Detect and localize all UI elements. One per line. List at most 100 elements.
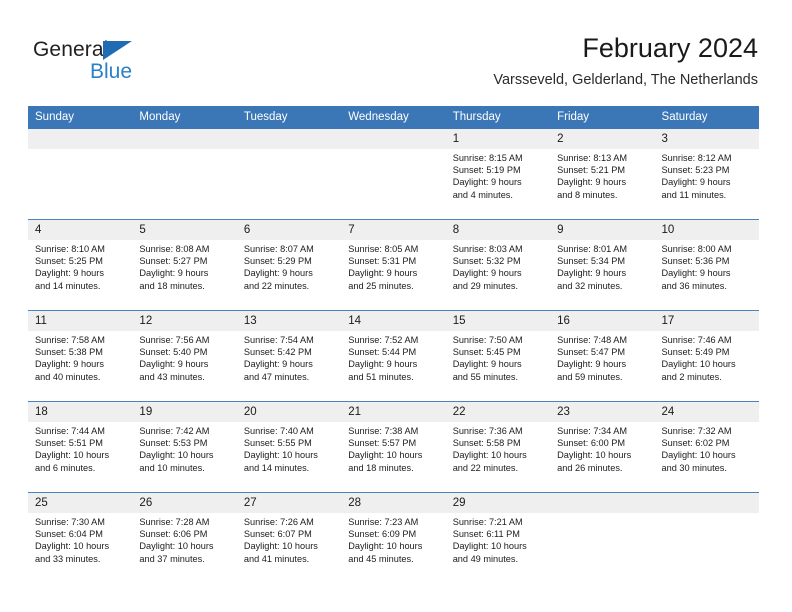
day-detail-line: and 40 minutes. xyxy=(35,371,101,382)
day-detail-line: Sunset: 6:00 PM xyxy=(557,438,626,449)
day-number: 11 xyxy=(28,311,133,331)
calendar-day-cell[interactable]: 23 Sunrise: 7:34 AM Sunset: 6:00 PM Dayligh… xyxy=(550,401,655,493)
calendar-day-cell[interactable]: 26 Sunrise: 7:28 AM Sunset: 6:06 PM Dayligh… xyxy=(132,492,237,583)
calendar-day-cell[interactable]: 22 Sunrise: 7:36 AM Sunset: 5:58 PM Dayligh… xyxy=(445,401,551,493)
day-number: 8 xyxy=(445,220,551,240)
day-number xyxy=(28,129,133,149)
calendar-day-cell[interactable]: 19 Sunrise: 7:42 AM Sunset: 5:53 PM Dayligh… xyxy=(132,401,237,493)
day-details: Sunrise: 7:40 AM Sunset: 5:55 PM Daylight:… xyxy=(237,422,341,474)
day-detail-line: Daylight: 10 hours xyxy=(139,450,214,461)
day-detail-line: Daylight: 9 hours xyxy=(661,268,731,279)
calendar-day-cell[interactable]: 13 Sunrise: 7:54 AM Sunset: 5:42 PM Dayligh… xyxy=(236,310,342,402)
day-detail-line: and 59 minutes. xyxy=(557,371,623,382)
day-detail-line: and 29 minutes. xyxy=(452,280,519,291)
day-number xyxy=(654,493,759,513)
day-number: 28 xyxy=(341,493,446,513)
day-detail-line: and 22 minutes. xyxy=(243,280,310,291)
calendar-day-cell[interactable]: 24 Sunrise: 7:32 AM Sunset: 6:02 PM Dayligh… xyxy=(654,401,759,493)
calendar-day-cell[interactable]: 28 Sunrise: 7:23 AM Sunset: 6:09 PM Dayligh… xyxy=(341,492,446,583)
day-number: 3 xyxy=(654,129,759,149)
day-detail-line: Sunset: 5:42 PM xyxy=(243,347,312,358)
day-details: Sunrise: 7:44 AM Sunset: 5:51 PM Daylight:… xyxy=(28,422,132,474)
day-detail-line: Daylight: 10 hours xyxy=(557,450,632,461)
day-number: 17 xyxy=(654,311,759,331)
day-details: Sunrise: 8:12 AM Sunset: 5:23 PM Daylight:… xyxy=(655,149,759,201)
calendar-day-cell[interactable]: 1 Sunrise: 8:15 AM Sunset: 5:19 PM Daylight… xyxy=(445,129,551,220)
page-title: February 2024 xyxy=(582,33,758,63)
calendar-day-cell[interactable]: 18 Sunrise: 7:44 AM Sunset: 5:51 PM Dayligh… xyxy=(28,401,133,493)
day-detail-line: Daylight: 9 hours xyxy=(139,359,209,370)
day-detail-line: Sunrise: 8:08 AM xyxy=(139,244,210,254)
day-detail-line: and 43 minutes. xyxy=(139,371,205,382)
day-number: 10 xyxy=(654,220,759,240)
day-detail-line: Sunset: 5:21 PM xyxy=(557,165,626,176)
day-detail-line: Sunrise: 7:50 AM xyxy=(452,335,523,345)
day-detail-line: Sunrise: 7:44 AM xyxy=(35,426,105,436)
day-detail-line: Daylight: 10 hours xyxy=(452,450,527,461)
day-detail-line: and 51 minutes. xyxy=(348,371,414,382)
calendar-day-cell[interactable]: 6 Sunrise: 8:07 AM Sunset: 5:29 PM Daylight… xyxy=(236,219,342,311)
day-detail-line: Daylight: 10 hours xyxy=(452,541,527,552)
day-detail-line: Daylight: 9 hours xyxy=(557,177,627,188)
day-details: Sunrise: 8:01 AM Sunset: 5:34 PM Daylight:… xyxy=(550,240,654,292)
calendar-day-cell[interactable]: 29 Sunrise: 7:21 AM Sunset: 6:11 PM Dayligh… xyxy=(445,492,551,583)
day-detail-line: Daylight: 9 hours xyxy=(348,359,418,370)
day-detail-line: Sunrise: 8:03 AM xyxy=(452,244,523,254)
calendar-day-cell[interactable]: 14 Sunrise: 7:52 AM Sunset: 5:44 PM Dayligh… xyxy=(341,310,446,402)
day-number: 1 xyxy=(445,129,551,149)
weekday-header-sunday: Sunday xyxy=(28,106,133,129)
calendar-day-cell[interactable]: 7 Sunrise: 8:05 AM Sunset: 5:31 PM Daylight… xyxy=(341,219,446,311)
calendar-day-cell[interactable]: 27 Sunrise: 7:26 AM Sunset: 6:07 PM Dayligh… xyxy=(236,492,342,583)
weekday-header-wednesday: Wednesday xyxy=(341,106,446,129)
calendar-day-cell[interactable]: 15 Sunrise: 7:50 AM Sunset: 5:45 PM Dayligh… xyxy=(445,310,551,402)
calendar-week-row: 18 Sunrise: 7:44 AM Sunset: 5:51 PM Dayligh… xyxy=(28,401,759,493)
day-detail-line: Sunrise: 8:10 AM xyxy=(35,244,105,254)
day-details: Sunrise: 7:38 AM Sunset: 5:57 PM Daylight:… xyxy=(341,422,445,474)
day-number: 18 xyxy=(28,402,133,422)
day-detail-line: and 14 minutes. xyxy=(243,462,310,473)
day-detail-line: Sunrise: 7:56 AM xyxy=(139,335,210,345)
calendar-day-cell[interactable]: 8 Sunrise: 8:03 AM Sunset: 5:32 PM Daylight… xyxy=(445,219,551,311)
day-details: Sunrise: 7:46 AM Sunset: 5:49 PM Daylight:… xyxy=(655,331,759,383)
day-details: Sunrise: 8:00 AM Sunset: 5:36 PM Daylight:… xyxy=(655,240,759,292)
weekday-header-tuesday: Tuesday xyxy=(236,106,342,129)
calendar-day-cell[interactable]: 2 Sunrise: 8:13 AM Sunset: 5:21 PM Daylight… xyxy=(550,129,655,220)
day-detail-line: Sunset: 5:23 PM xyxy=(661,165,730,176)
calendar-day-cell[interactable]: 3 Sunrise: 8:12 AM Sunset: 5:23 PM Daylight… xyxy=(654,129,759,220)
calendar-day-cell[interactable]: 12 Sunrise: 7:56 AM Sunset: 5:40 PM Dayligh… xyxy=(132,310,237,402)
calendar-day-cell[interactable]: 17 Sunrise: 7:46 AM Sunset: 5:49 PM Dayligh… xyxy=(654,310,759,402)
day-detail-line: Sunrise: 7:26 AM xyxy=(243,517,314,527)
calendar-day-cell[interactable]: 20 Sunrise: 7:40 AM Sunset: 5:55 PM Dayligh… xyxy=(236,401,342,493)
day-detail-line: and 18 minutes. xyxy=(348,462,414,473)
calendar-day-cell[interactable]: 4 Sunrise: 8:10 AM Sunset: 5:25 PM Daylight… xyxy=(28,219,133,311)
day-detail-line: Daylight: 9 hours xyxy=(452,268,522,279)
day-detail-line: Sunset: 5:31 PM xyxy=(348,256,417,267)
day-detail-line: and 14 minutes. xyxy=(35,280,101,291)
day-detail-line: Sunrise: 7:36 AM xyxy=(452,426,523,436)
calendar-day-cell[interactable]: 10 Sunrise: 8:00 AM Sunset: 5:36 PM Dayligh… xyxy=(654,219,759,311)
day-detail-line: Sunrise: 8:13 AM xyxy=(557,153,628,163)
day-number: 24 xyxy=(654,402,759,422)
day-detail-line: Sunset: 5:47 PM xyxy=(557,347,626,358)
day-details: Sunrise: 7:52 AM Sunset: 5:44 PM Daylight:… xyxy=(341,331,445,383)
day-details: Sunrise: 8:03 AM Sunset: 5:32 PM Daylight:… xyxy=(446,240,550,292)
calendar-day-cell[interactable]: 11 Sunrise: 7:58 AM Sunset: 5:38 PM Dayligh… xyxy=(28,310,133,402)
calendar-day-cell[interactable]: 16 Sunrise: 7:48 AM Sunset: 5:47 PM Dayligh… xyxy=(550,310,655,402)
logo-text-blue: Blue xyxy=(90,60,133,83)
calendar-week-row: 1 Sunrise: 8:15 AM Sunset: 5:19 PM Daylight… xyxy=(28,129,759,220)
calendar-day-cell[interactable]: 9 Sunrise: 8:01 AM Sunset: 5:34 PM Daylight… xyxy=(550,219,655,311)
day-detail-line: Sunset: 5:34 PM xyxy=(557,256,626,267)
day-detail-line: and 33 minutes. xyxy=(35,553,101,564)
calendar-day-cell[interactable]: 21 Sunrise: 7:38 AM Sunset: 5:57 PM Dayligh… xyxy=(341,401,446,493)
calendar-day-cell[interactable]: 5 Sunrise: 8:08 AM Sunset: 5:27 PM Daylight… xyxy=(132,219,237,311)
day-detail-line: and 18 minutes. xyxy=(139,280,205,291)
page-header: General Blue February 2024 Varsseveld, G… xyxy=(0,0,792,100)
day-detail-line: Sunset: 5:32 PM xyxy=(452,256,521,267)
calendar-day-cell-empty xyxy=(654,492,759,583)
calendar-day-cell[interactable]: 25 Sunrise: 7:30 AM Sunset: 6:04 PM Dayligh… xyxy=(28,492,133,583)
day-number: 13 xyxy=(236,311,342,331)
day-details: Sunrise: 7:21 AM Sunset: 6:11 PM Daylight:… xyxy=(446,513,550,565)
day-detail-line: Sunset: 6:09 PM xyxy=(348,529,417,540)
logo-triangle-icon xyxy=(103,41,132,60)
day-detail-line: Sunrise: 7:28 AM xyxy=(139,517,210,527)
